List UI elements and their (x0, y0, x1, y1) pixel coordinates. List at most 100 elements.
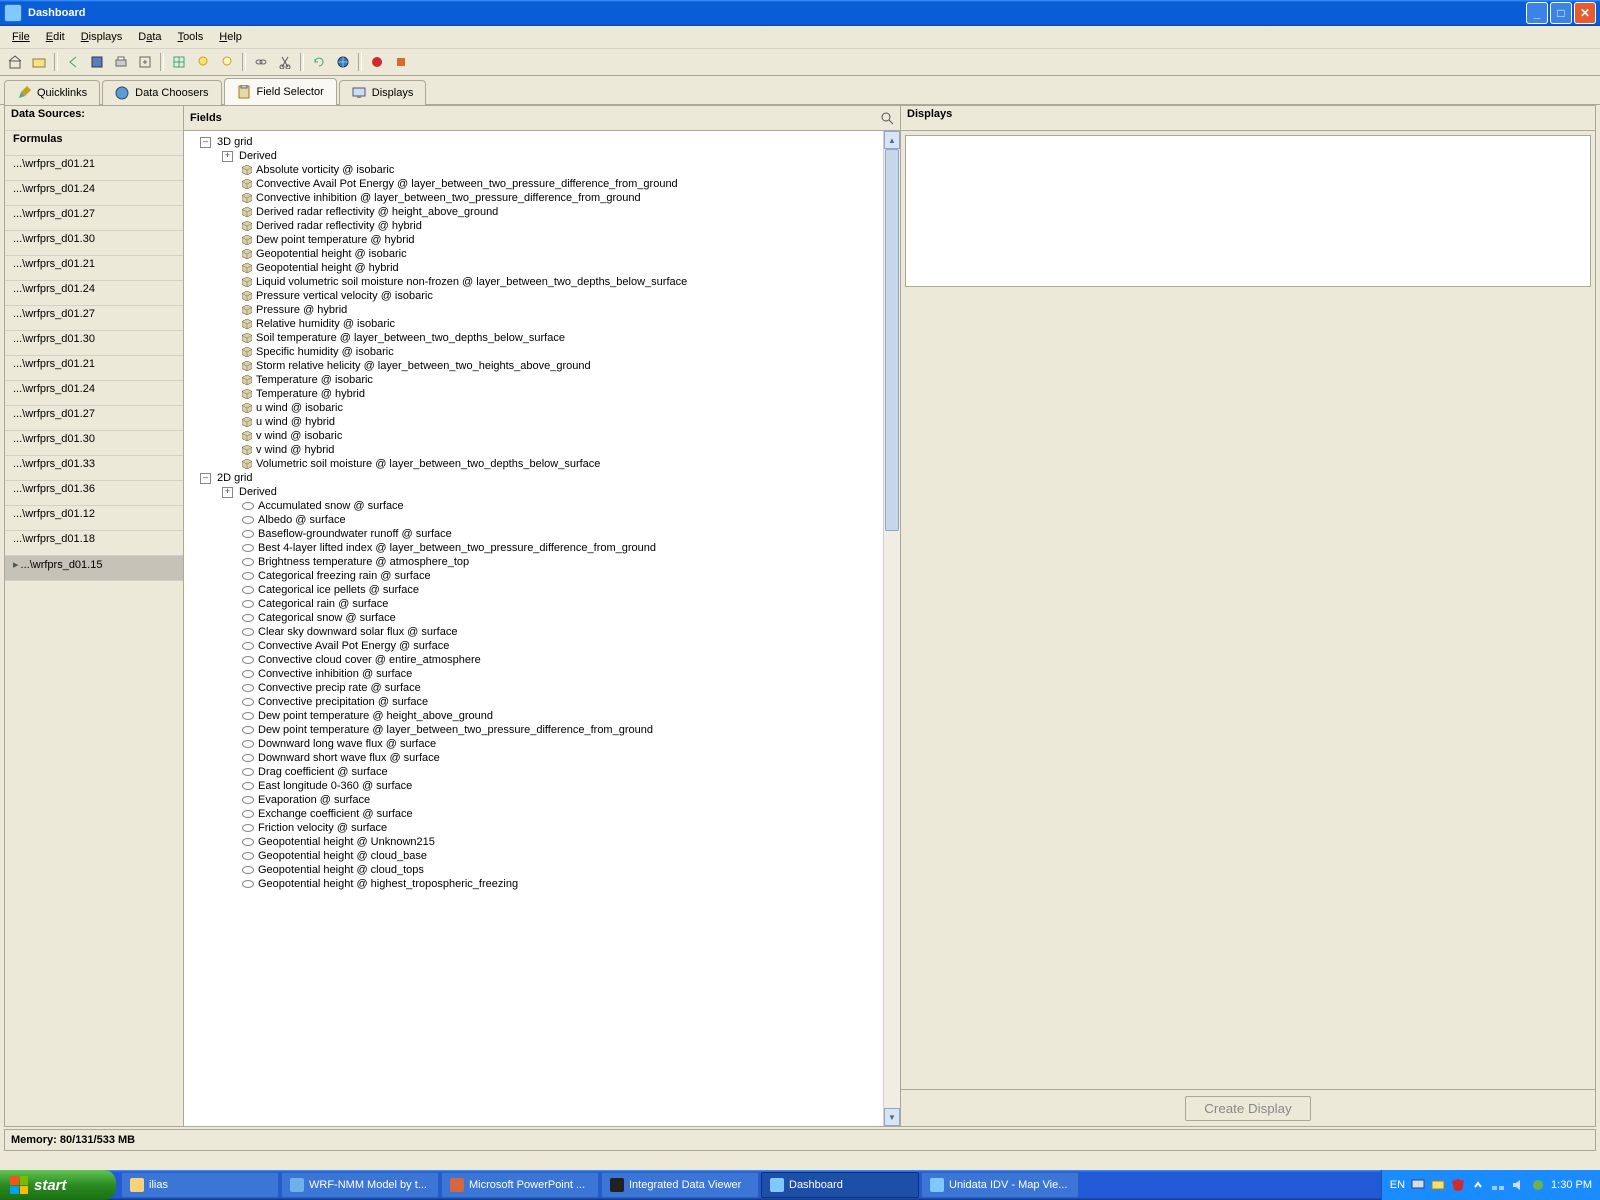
menu-displays[interactable]: Displays (73, 29, 131, 45)
tb-export-icon[interactable] (134, 51, 156, 73)
tray-shield-icon[interactable] (1451, 1178, 1465, 1192)
clock[interactable]: 1:30 PM (1551, 1179, 1592, 1191)
tree-row[interactable]: –2D grid (186, 471, 898, 485)
start-button[interactable]: start (0, 1170, 116, 1200)
tree-row[interactable]: Downward long wave flux @ surface (186, 737, 898, 751)
collapse-icon[interactable]: – (200, 137, 211, 148)
tree-row[interactable]: Baseflow-groundwater runoff @ surface (186, 527, 898, 541)
taskbar-item[interactable]: WRF-NMM Model by t... (281, 1172, 439, 1198)
tb-save-icon[interactable] (86, 51, 108, 73)
tree-row[interactable]: Albedo @ surface (186, 513, 898, 527)
tray-msg-icon[interactable] (1431, 1178, 1445, 1192)
menu-help[interactable]: Help (211, 29, 250, 45)
tree-row[interactable]: Absolute vorticity @ isobaric (186, 163, 898, 177)
tree-row[interactable]: Volumetric soil moisture @ layer_between… (186, 457, 898, 471)
scroll-thumb[interactable] (885, 149, 899, 531)
tree-row[interactable]: Geopotential height @ Unknown215 (186, 835, 898, 849)
formulas-item[interactable]: Formulas (5, 131, 183, 156)
data-source-item[interactable]: ...\wrfprs_d01.12 (5, 506, 183, 531)
tb-globe-icon[interactable] (332, 51, 354, 73)
data-source-item[interactable]: ...\wrfprs_d01.30 (5, 431, 183, 456)
menu-data[interactable]: Data (130, 29, 169, 45)
tree-row[interactable]: Geopotential height @ highest_tropospher… (186, 877, 898, 891)
fields-tree[interactable]: –3D grid +Derived Absolute vorticity @ iso… (184, 131, 900, 1126)
tree-row[interactable]: Best 4-layer lifted index @ layer_betwee… (186, 541, 898, 555)
taskbar-item[interactable]: Integrated Data Viewer (601, 1172, 759, 1198)
tb-bulb2-icon[interactable] (216, 51, 238, 73)
tree-row[interactable]: Temperature @ hybrid (186, 387, 898, 401)
tree-row[interactable]: Convective precipitation @ surface (186, 695, 898, 709)
tree-row[interactable]: Drag coefficient @ surface (186, 765, 898, 779)
tree-row[interactable]: u wind @ isobaric (186, 401, 898, 415)
tree-row[interactable]: v wind @ isobaric (186, 429, 898, 443)
tab-datachoosers[interactable]: Data Choosers (102, 80, 221, 105)
tree-row[interactable]: Geopotential height @ cloud_tops (186, 863, 898, 877)
maximize-button[interactable]: □ (1550, 2, 1572, 24)
tree-row[interactable]: Accumulated snow @ surface (186, 499, 898, 513)
tb-link-icon[interactable] (250, 51, 272, 73)
tree-row[interactable]: –3D grid (186, 135, 898, 149)
tree-row[interactable]: Clear sky downward solar flux @ surface (186, 625, 898, 639)
tb-stop-icon[interactable] (390, 51, 412, 73)
tree-row[interactable]: Convective inhibition @ surface (186, 667, 898, 681)
tree-row[interactable]: +Derived (186, 485, 898, 499)
tree-row[interactable]: Derived radar reflectivity @ height_abov… (186, 205, 898, 219)
tray-chevron-icon[interactable] (1471, 1178, 1485, 1192)
tray-volume-icon[interactable] (1511, 1178, 1525, 1192)
tree-row[interactable]: Derived radar reflectivity @ hybrid (186, 219, 898, 233)
scroll-down-button[interactable]: ▼ (884, 1108, 900, 1126)
tree-row[interactable]: Geopotential height @ hybrid (186, 261, 898, 275)
tree-row[interactable]: Temperature @ isobaric (186, 373, 898, 387)
tree-row[interactable]: Exchange coefficient @ surface (186, 807, 898, 821)
data-source-item[interactable]: ...\wrfprs_d01.30 (5, 231, 183, 256)
tree-row[interactable]: Specific humidity @ isobaric (186, 345, 898, 359)
tree-row[interactable]: Geopotential height @ cloud_base (186, 849, 898, 863)
tb-refresh-icon[interactable] (308, 51, 330, 73)
minimize-button[interactable]: _ (1526, 2, 1548, 24)
taskbar-item[interactable]: ilias (121, 1172, 279, 1198)
tree-row[interactable]: Convective inhibition @ layer_between_tw… (186, 191, 898, 205)
tree-row[interactable]: Evaporation @ surface (186, 793, 898, 807)
menu-edit[interactable]: Edit (38, 29, 73, 45)
tb-record-icon[interactable] (366, 51, 388, 73)
tree-row[interactable]: Categorical rain @ surface (186, 597, 898, 611)
data-source-item[interactable]: ...\wrfprs_d01.27 (5, 406, 183, 431)
taskbar-item[interactable]: Dashboard (761, 1172, 919, 1198)
tree-row[interactable]: Convective cloud cover @ entire_atmosphe… (186, 653, 898, 667)
tree-row[interactable]: Downward short wave flux @ surface (186, 751, 898, 765)
menu-tools[interactable]: Tools (170, 29, 212, 45)
tray-monitor-icon[interactable] (1411, 1178, 1425, 1192)
data-source-item[interactable]: ...\wrfprs_d01.21 (5, 156, 183, 181)
tb-print-icon[interactable] (110, 51, 132, 73)
tb-grid-icon[interactable] (168, 51, 190, 73)
tb-home-icon[interactable] (4, 51, 26, 73)
data-source-item[interactable]: ...\wrfprs_d01.27 (5, 306, 183, 331)
tree-row[interactable]: Pressure @ hybrid (186, 303, 898, 317)
tree-row[interactable]: Liquid volumetric soil moisture non-froz… (186, 275, 898, 289)
data-source-item[interactable]: ▸...\wrfprs_d01.15 (5, 556, 183, 581)
tab-quicklinks[interactable]: Quicklinks (4, 80, 100, 105)
tree-row[interactable]: Categorical freezing rain @ surface (186, 569, 898, 583)
data-source-item[interactable]: ...\wrfprs_d01.21 (5, 256, 183, 281)
create-display-button[interactable]: Create Display (1185, 1096, 1310, 1121)
data-source-item[interactable]: ...\wrfprs_d01.24 (5, 381, 183, 406)
tree-row[interactable]: East longitude 0-360 @ surface (186, 779, 898, 793)
taskbar-item[interactable]: Unidata IDV - Map Vie... (921, 1172, 1079, 1198)
search-icon[interactable] (880, 111, 894, 125)
tb-open-icon[interactable] (28, 51, 50, 73)
close-button[interactable]: ✕ (1574, 2, 1596, 24)
scroll-up-button[interactable]: ▲ (884, 131, 900, 149)
tree-row[interactable]: u wind @ hybrid (186, 415, 898, 429)
tree-row[interactable]: Convective Avail Pot Energy @ layer_betw… (186, 177, 898, 191)
data-source-item[interactable]: ...\wrfprs_d01.24 (5, 181, 183, 206)
tree-row[interactable]: Soil temperature @ layer_between_two_dep… (186, 331, 898, 345)
data-source-item[interactable]: ...\wrfprs_d01.36 (5, 481, 183, 506)
data-source-item[interactable]: ...\wrfprs_d01.18 (5, 531, 183, 556)
lang-indicator[interactable]: EN (1390, 1179, 1405, 1191)
tree-row[interactable]: Friction velocity @ surface (186, 821, 898, 835)
tree-row[interactable]: Geopotential height @ isobaric (186, 247, 898, 261)
tree-row[interactable]: Convective Avail Pot Energy @ surface (186, 639, 898, 653)
tab-fieldselector[interactable]: Field Selector (224, 78, 337, 105)
data-source-item[interactable]: ...\wrfprs_d01.27 (5, 206, 183, 231)
data-source-item[interactable]: ...\wrfprs_d01.21 (5, 356, 183, 381)
